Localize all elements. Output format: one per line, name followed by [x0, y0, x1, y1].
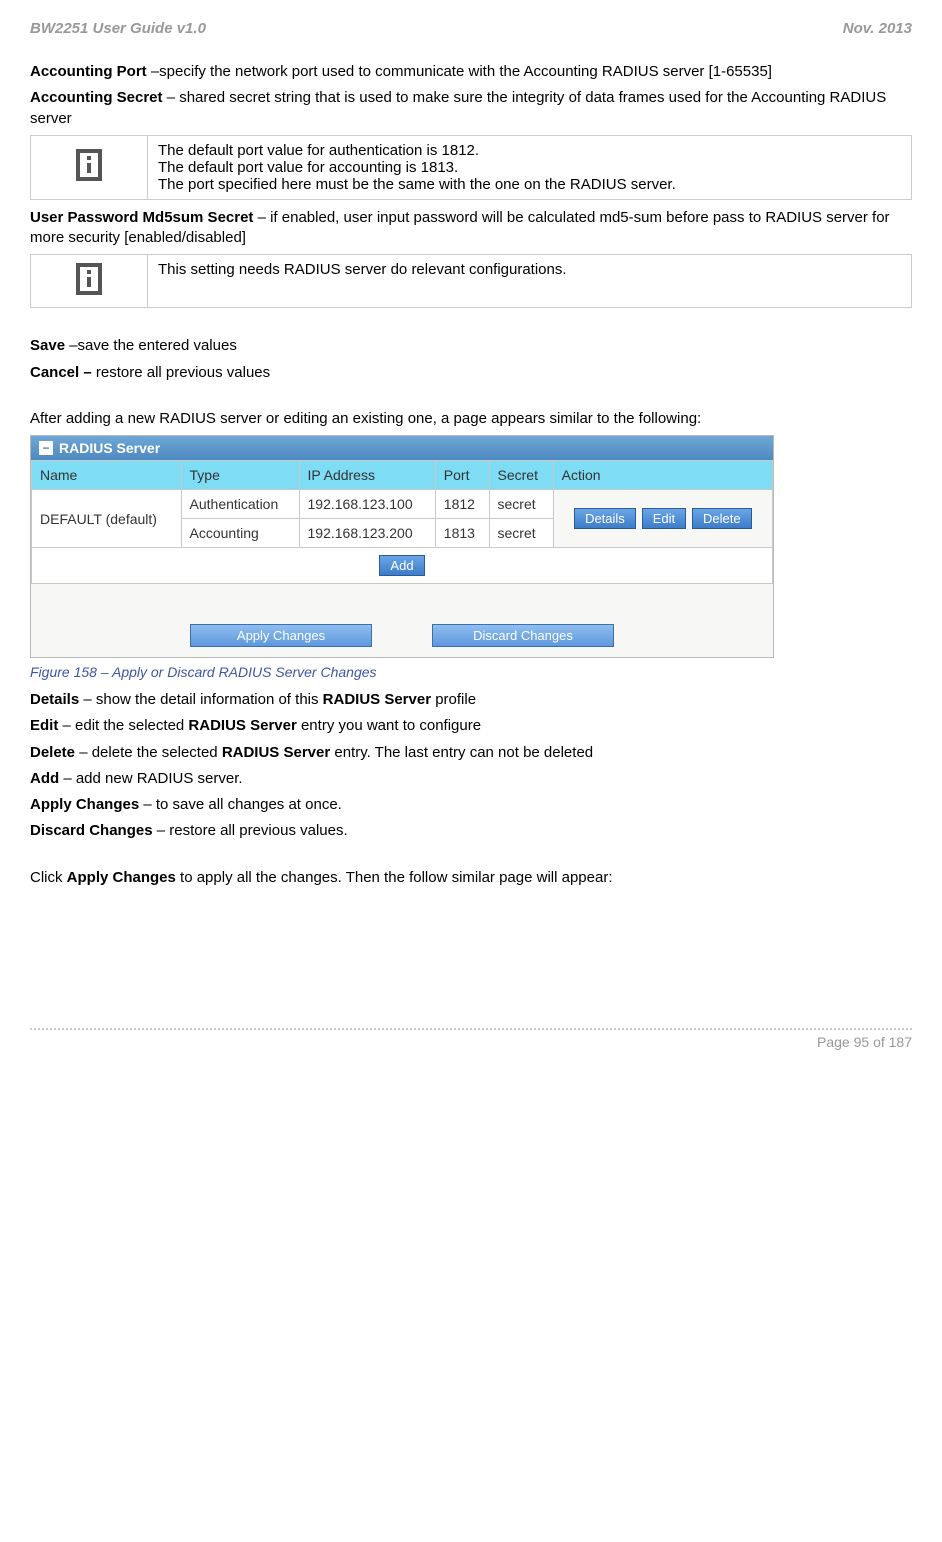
info-text-cell: The default port value for authenticatio… — [148, 135, 912, 199]
label-add: Add — [30, 770, 63, 787]
info2-line-1: This setting needs RADIUS server do rele… — [158, 261, 901, 278]
para-delete: Delete – delete the selected RADIUS Serv… — [30, 743, 912, 763]
para-click-apply: Click Apply Changes to apply all the cha… — [30, 868, 912, 888]
header-right: Nov. 2013 — [843, 20, 912, 37]
para-add: Add – add new RADIUS server. — [30, 769, 912, 789]
figure-caption: Figure 158 – Apply or Discard RADIUS Ser… — [30, 664, 912, 680]
cell-port: 1812 — [435, 490, 489, 519]
para-discard: Discard Changes – restore all previous v… — [30, 821, 912, 841]
para-cancel: Cancel – restore all previous values — [30, 363, 912, 383]
col-secret: Secret — [489, 461, 553, 490]
label-edit: Edit — [30, 717, 63, 734]
label-accounting-port: Accounting Port — [30, 63, 151, 80]
table-row: DEFAULT (default) Authentication 192.168… — [32, 490, 773, 519]
info-icon — [76, 263, 102, 295]
info-line-1: The default port value for authenticatio… — [158, 142, 901, 159]
desc-cancel: restore all previous values — [96, 364, 270, 381]
para-details: Details – show the detail information of… — [30, 690, 912, 710]
details-button[interactable]: Details — [574, 508, 636, 529]
edit-button[interactable]: Edit — [642, 508, 686, 529]
col-port: Port — [435, 461, 489, 490]
table-header-row: Name Type IP Address Port Secret Action — [32, 461, 773, 490]
label-cancel: Cancel – — [30, 364, 96, 381]
para-edit: Edit – edit the selected RADIUS Server e… — [30, 716, 912, 736]
cell-type: Accounting — [181, 519, 299, 548]
delete-button[interactable]: Delete — [692, 508, 752, 529]
label-save: Save — [30, 337, 69, 354]
page-footer: Page 95 of 187 — [30, 1028, 912, 1050]
col-ip: IP Address — [299, 461, 435, 490]
cell-secret: secret — [489, 519, 553, 548]
info-text-cell-2: This setting needs RADIUS server do rele… — [148, 255, 912, 308]
para-save: Save –save the entered values — [30, 336, 912, 356]
para-apply: Apply Changes – to save all changes at o… — [30, 795, 912, 815]
screenshot-titlebar: − RADIUS Server — [31, 436, 773, 460]
label-details: Details — [30, 691, 83, 708]
info-box-md5: This setting needs RADIUS server do rele… — [30, 254, 912, 308]
para-md5sum: User Password Md5sum Secret – if enabled… — [30, 208, 912, 249]
cell-ip: 192.168.123.200 — [299, 519, 435, 548]
radius-table: Name Type IP Address Port Secret Action … — [31, 460, 773, 584]
info-icon-cell-2 — [31, 255, 148, 308]
screenshot-title: RADIUS Server — [59, 440, 160, 456]
cell-port: 1813 — [435, 519, 489, 548]
label-discard: Discard Changes — [30, 822, 157, 839]
cell-secret: secret — [489, 490, 553, 519]
col-type: Type — [181, 461, 299, 490]
apply-changes-button[interactable]: Apply Changes — [190, 624, 372, 647]
label-delete: Delete — [30, 744, 79, 761]
cell-name: DEFAULT (default) — [32, 490, 182, 548]
info-icon-cell — [31, 135, 148, 199]
discard-changes-button[interactable]: Discard Changes — [432, 624, 614, 647]
header-left: BW2251 User Guide v1.0 — [30, 20, 206, 37]
radius-screenshot: − RADIUS Server Name Type IP Address Por… — [30, 435, 774, 658]
col-name: Name — [32, 461, 182, 490]
info-icon — [76, 149, 102, 181]
label-apply: Apply Changes — [30, 796, 143, 813]
desc-save: –save the entered values — [69, 337, 237, 354]
label-apply-changes: Apply Changes — [67, 869, 176, 886]
para-after-adding: After adding a new RADIUS server or edit… — [30, 409, 912, 429]
para-accounting-port: Accounting Port –specify the network por… — [30, 62, 912, 82]
info-line-2: The default port value for accounting is… — [158, 159, 901, 176]
desc-accounting-port: –specify the network port used to commun… — [151, 63, 772, 80]
label-accounting-secret: Accounting Secret — [30, 89, 167, 106]
cell-type: Authentication — [181, 490, 299, 519]
collapse-icon[interactable]: − — [39, 441, 53, 455]
add-button[interactable]: Add — [379, 555, 424, 576]
page-header: BW2251 User Guide v1.0 Nov. 2013 — [30, 20, 912, 37]
label-md5sum: User Password Md5sum Secret — [30, 209, 258, 226]
para-accounting-secret: Accounting Secret – shared secret string… — [30, 88, 912, 129]
cell-ip: 192.168.123.100 — [299, 490, 435, 519]
add-row: Add — [32, 548, 773, 584]
info-box-ports: The default port value for authenticatio… — [30, 135, 912, 200]
col-action: Action — [553, 461, 772, 490]
cell-actions: Details Edit Delete — [553, 490, 772, 548]
button-bar: Apply Changes Discard Changes — [31, 584, 773, 657]
info-line-3: The port specified here must be the same… — [158, 176, 901, 193]
